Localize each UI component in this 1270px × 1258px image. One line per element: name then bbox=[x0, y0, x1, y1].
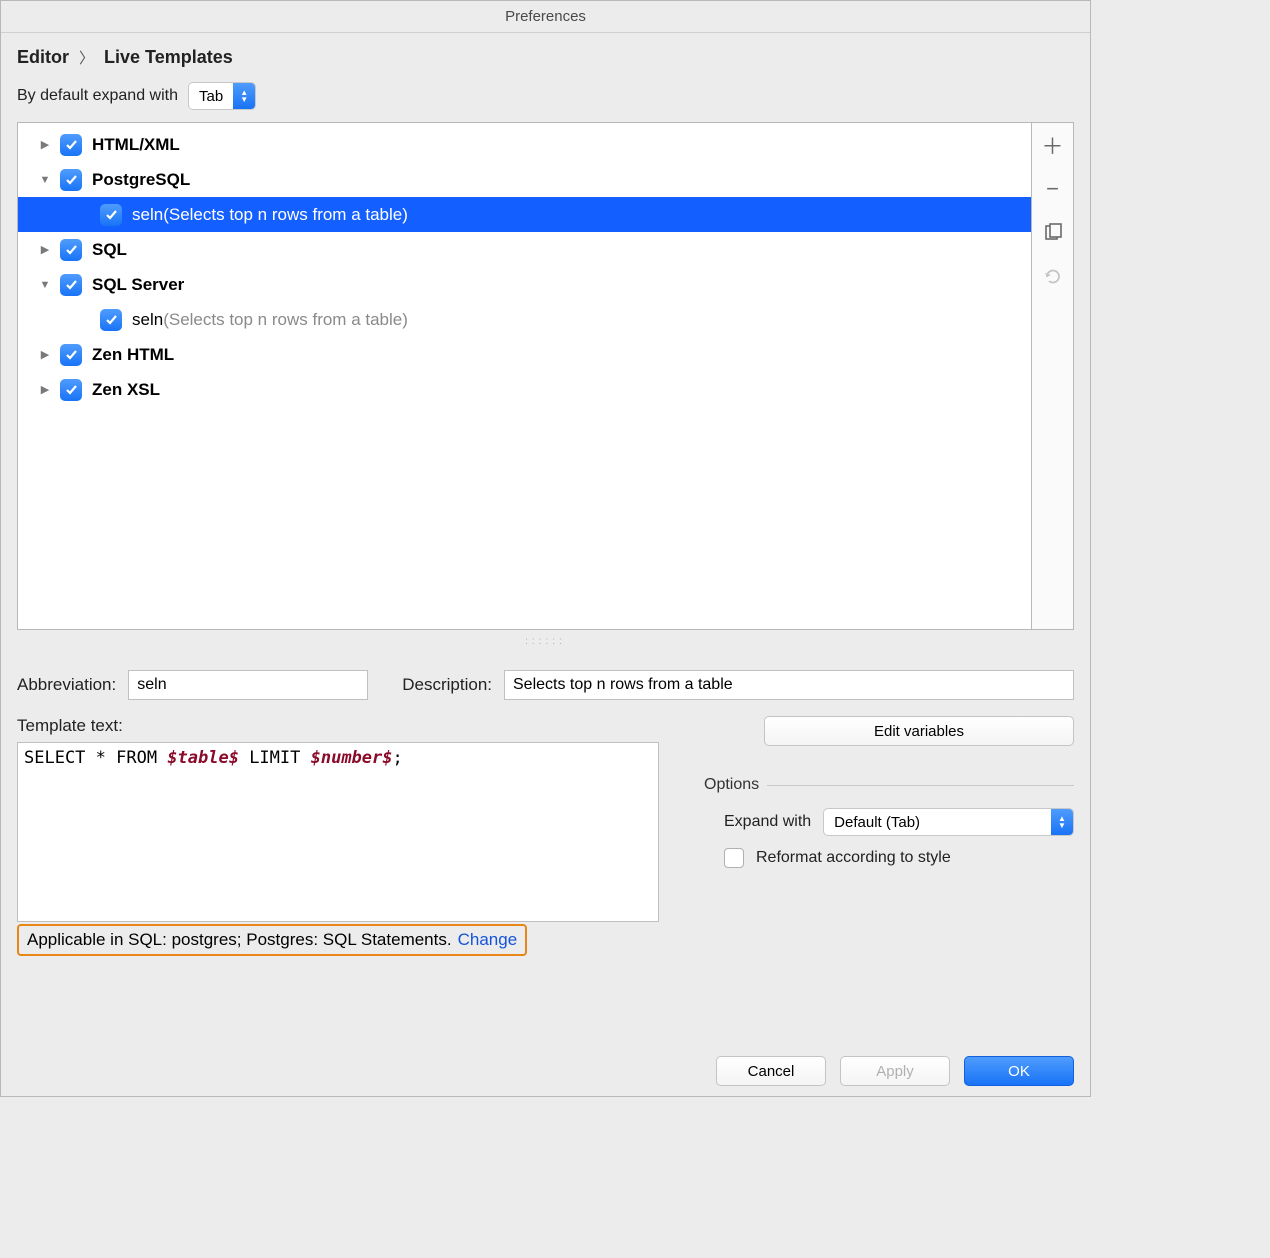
tree-group[interactable]: ▶ Zen XSL bbox=[18, 372, 1031, 407]
expand-default-label: By default expand with bbox=[17, 87, 178, 105]
updown-arrows-icon: ▲▼ bbox=[233, 83, 255, 109]
template-desc: (Selects top n rows from a table) bbox=[163, 205, 408, 225]
chevron-right-icon[interactable]: ▶ bbox=[36, 381, 54, 399]
breadcrumb-parent[interactable]: Editor bbox=[17, 47, 69, 68]
group-label: PostgreSQL bbox=[92, 170, 190, 190]
expand-with-select[interactable]: Default (Tab) ▲▼ bbox=[823, 808, 1074, 836]
checkbox[interactable] bbox=[60, 379, 82, 401]
checkbox[interactable] bbox=[60, 344, 82, 366]
change-context-link[interactable]: Change bbox=[458, 930, 518, 950]
chevron-down-icon[interactable]: ▼ bbox=[36, 276, 54, 294]
abbreviation-label: Abbreviation: bbox=[17, 675, 116, 695]
group-label: SQL Server bbox=[92, 275, 184, 295]
template-desc: (Selects top n rows from a table) bbox=[163, 310, 408, 330]
breadcrumb: Editor 〉 Live Templates bbox=[17, 47, 1074, 68]
tree-group[interactable]: ▶ HTML/XML bbox=[18, 127, 1031, 162]
minus-icon: − bbox=[1046, 176, 1059, 202]
copy-icon bbox=[1043, 223, 1063, 243]
chevron-down-icon[interactable]: ▼ bbox=[36, 171, 54, 189]
template-text-label: Template text: bbox=[17, 716, 676, 736]
add-button[interactable]: ＋ bbox=[1037, 129, 1069, 161]
tree-group[interactable]: ▼ SQL Server bbox=[18, 267, 1031, 302]
options-label: Options bbox=[704, 776, 759, 794]
revert-button bbox=[1037, 261, 1069, 293]
chevron-right-icon: 〉 bbox=[79, 47, 94, 68]
abbreviation-input[interactable] bbox=[128, 670, 368, 700]
tree-item[interactable]: seln (Selects top n rows from a table) bbox=[18, 302, 1031, 337]
description-label: Description: bbox=[402, 675, 492, 695]
checkbox[interactable] bbox=[60, 274, 82, 296]
applicable-context: Applicable in SQL: postgres; Postgres: S… bbox=[17, 924, 527, 956]
group-label: SQL bbox=[92, 240, 127, 260]
chevron-right-icon[interactable]: ▶ bbox=[36, 346, 54, 364]
expand-default-select[interactable]: Tab ▲▼ bbox=[188, 82, 256, 110]
ok-button[interactable]: OK bbox=[964, 1056, 1074, 1086]
window-title: Preferences bbox=[1, 1, 1090, 33]
updown-arrows-icon: ▲▼ bbox=[1051, 809, 1073, 835]
undo-icon bbox=[1043, 267, 1063, 287]
tree-item[interactable]: seln (Selects top n rows from a table) bbox=[18, 197, 1031, 232]
chevron-right-icon[interactable]: ▶ bbox=[36, 241, 54, 259]
cancel-button[interactable]: Cancel bbox=[716, 1056, 826, 1086]
template-abbr: seln bbox=[132, 205, 163, 225]
reformat-label: Reformat according to style bbox=[756, 849, 951, 867]
reformat-checkbox[interactable] bbox=[724, 848, 744, 868]
breadcrumb-current: Live Templates bbox=[104, 47, 233, 68]
group-label: Zen HTML bbox=[92, 345, 174, 365]
checkbox[interactable] bbox=[60, 169, 82, 191]
group-label: HTML/XML bbox=[92, 135, 180, 155]
template-tree[interactable]: ▶ HTML/XML ▼ PostgreSQL seln (Selects top n … bbox=[17, 122, 1032, 630]
group-label: Zen XSL bbox=[92, 380, 160, 400]
plus-icon: ＋ bbox=[1041, 129, 1063, 161]
remove-button[interactable]: − bbox=[1037, 173, 1069, 205]
tree-group[interactable]: ▶ Zen HTML bbox=[18, 337, 1031, 372]
template-abbr: seln bbox=[132, 310, 163, 330]
expand-with-label: Expand with bbox=[724, 813, 811, 831]
template-text-input[interactable]: SELECT * FROM $table$ LIMIT $number$; bbox=[17, 742, 659, 922]
tree-group[interactable]: ▼ PostgreSQL bbox=[18, 162, 1031, 197]
chevron-right-icon[interactable]: ▶ bbox=[36, 136, 54, 154]
description-input[interactable] bbox=[504, 670, 1074, 700]
tree-group[interactable]: ▶ SQL bbox=[18, 232, 1031, 267]
checkbox[interactable] bbox=[100, 204, 122, 226]
edit-variables-button[interactable]: Edit variables bbox=[764, 716, 1074, 746]
checkbox[interactable] bbox=[100, 309, 122, 331]
resize-grip[interactable]: :::::: bbox=[17, 636, 1074, 646]
checkbox[interactable] bbox=[60, 134, 82, 156]
checkbox[interactable] bbox=[60, 239, 82, 261]
duplicate-button[interactable] bbox=[1037, 217, 1069, 249]
apply-button: Apply bbox=[840, 1056, 950, 1086]
